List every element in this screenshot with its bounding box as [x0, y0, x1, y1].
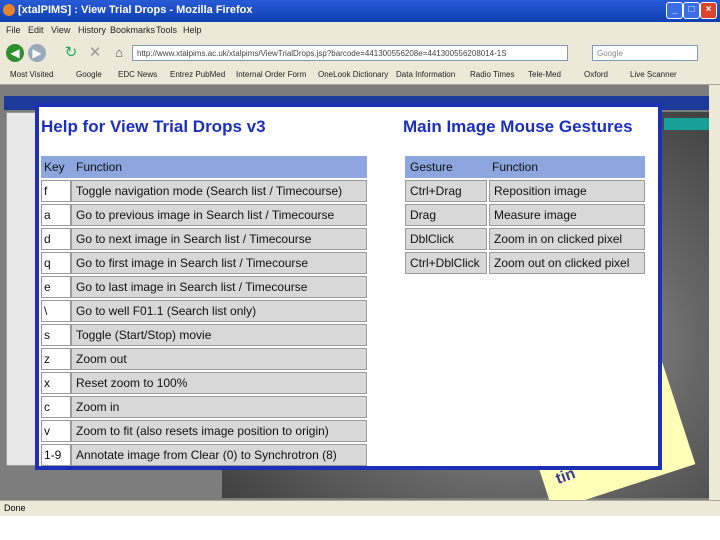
bookmark-item[interactable]: Live Scanner: [630, 70, 677, 79]
search-input[interactable]: Google: [592, 45, 698, 61]
left-navigation-panel: [6, 112, 38, 466]
bookmark-item[interactable]: Tele-Med: [528, 70, 561, 79]
key-function-cell: Go to well F01.1 (Search list only): [71, 300, 367, 322]
firefox-icon: [3, 4, 15, 16]
gesture-cell: Ctrl+Drag: [405, 180, 487, 202]
bookmark-item[interactable]: Internal Order Form: [236, 70, 306, 79]
menu-edit[interactable]: Edit: [28, 25, 44, 35]
key-cell: z: [41, 348, 71, 370]
gesture-cell: DblClick: [405, 228, 487, 250]
key-cell: d: [41, 228, 71, 250]
gesture-header: Gesture: [405, 156, 487, 178]
bookmark-item[interactable]: EDC News: [118, 70, 157, 79]
key-cell: x: [41, 372, 71, 394]
stop-icon[interactable]: ✕: [86, 44, 104, 62]
gesture-function-cell: Zoom in on clicked pixel: [489, 228, 645, 250]
menu-history[interactable]: History: [78, 25, 106, 35]
menu-bar: File Edit View History Bookmarks Tools H…: [0, 22, 720, 39]
url-input[interactable]: http://www.xtalpims.ac.uk/xtalpims/ViewT…: [132, 45, 568, 61]
key-cell: f: [41, 180, 71, 202]
bookmark-item[interactable]: OneLook Dictionary: [318, 70, 388, 79]
window-title: [xtalPIMS] : View Trial Drops - Mozilla …: [18, 4, 253, 16]
status-bar: Done: [0, 500, 720, 516]
key-cell: 1-9: [41, 444, 71, 466]
maximize-icon[interactable]: □: [683, 2, 700, 19]
bookmark-item[interactable]: Radio Times: [470, 70, 514, 79]
forward-icon[interactable]: ▶: [28, 44, 46, 62]
minimize-icon[interactable]: _: [666, 2, 683, 19]
window-title-bar: [xtalPIMS] : View Trial Drops - Mozilla …: [0, 0, 720, 22]
key-function-cell: Zoom to fit (also resets image position …: [71, 420, 367, 442]
key-cell: v: [41, 420, 71, 442]
key-function-cell: Go to first image in Search list / Timec…: [71, 252, 367, 274]
menu-help[interactable]: Help: [183, 25, 202, 35]
key-function-cell: Toggle navigation mode (Search list / Ti…: [71, 180, 367, 202]
info-strip: [664, 118, 709, 130]
key-function-cell: Toggle (Start/Stop) movie: [71, 324, 367, 346]
bookmark-item[interactable]: Oxford: [584, 70, 608, 79]
bookmark-item[interactable]: Google: [76, 70, 102, 79]
key-function-cell: Zoom out: [71, 348, 367, 370]
gesture-cell: Ctrl+DblClick: [405, 252, 487, 274]
status-text: Done: [4, 503, 26, 513]
gesture-function-header: Function: [487, 156, 645, 178]
navigation-toolbar: ◀ ▶ ↻ ✕ ⌂ http://www.xtalpims.ac.uk/xtal…: [0, 39, 720, 67]
back-icon[interactable]: ◀: [6, 44, 24, 62]
home-icon[interactable]: ⌂: [110, 44, 128, 62]
bookmarks-toolbar: Most Visited Google EDC News Entrez PubM…: [0, 67, 720, 85]
key-function-cell: Go to next image in Search list / Timeco…: [71, 228, 367, 250]
key-cell: e: [41, 276, 71, 298]
menu-view[interactable]: View: [51, 25, 70, 35]
key-function-cell: Reset zoom to 100%: [71, 372, 367, 394]
key-function-cell: Annotate image from Clear (0) to Synchro…: [71, 444, 367, 466]
gesture-function-cell: Zoom out on clicked pixel: [489, 252, 645, 274]
gesture-function-cell: Reposition image: [489, 180, 645, 202]
key-cell: q: [41, 252, 71, 274]
menu-tools[interactable]: Tools: [156, 25, 177, 35]
reload-icon[interactable]: ↻: [62, 44, 80, 62]
menu-bookmarks[interactable]: Bookmarks: [110, 25, 155, 35]
help-title: Help for View Trial Drops v3: [41, 117, 266, 136]
bookmark-item[interactable]: Data Information: [396, 70, 455, 79]
key-cell: s: [41, 324, 71, 346]
key-function-cell: Go to last image in Search list / Timeco…: [71, 276, 367, 298]
key-function-cell: Go to previous image in Search list / Ti…: [71, 204, 367, 226]
gestures-title: Main Image Mouse Gestures: [403, 117, 633, 136]
gesture-function-cell: Measure image: [489, 204, 645, 226]
key-cell: \: [41, 300, 71, 322]
gesture-cell: Drag: [405, 204, 487, 226]
key-header: Key: [41, 156, 71, 178]
function-header: Function: [71, 156, 367, 178]
key-cell: a: [41, 204, 71, 226]
menu-file[interactable]: File: [6, 25, 21, 35]
key-function-cell: Zoom in: [71, 396, 367, 418]
bookmark-item[interactable]: Entrez PubMed: [170, 70, 225, 79]
key-cell: c: [41, 396, 71, 418]
help-dialog: Help for View Trial Drops v3 Main Image …: [35, 103, 662, 470]
close-icon[interactable]: ×: [700, 2, 717, 19]
scrollbar[interactable]: [709, 85, 720, 500]
bookmark-item[interactable]: Most Visited: [10, 70, 53, 79]
